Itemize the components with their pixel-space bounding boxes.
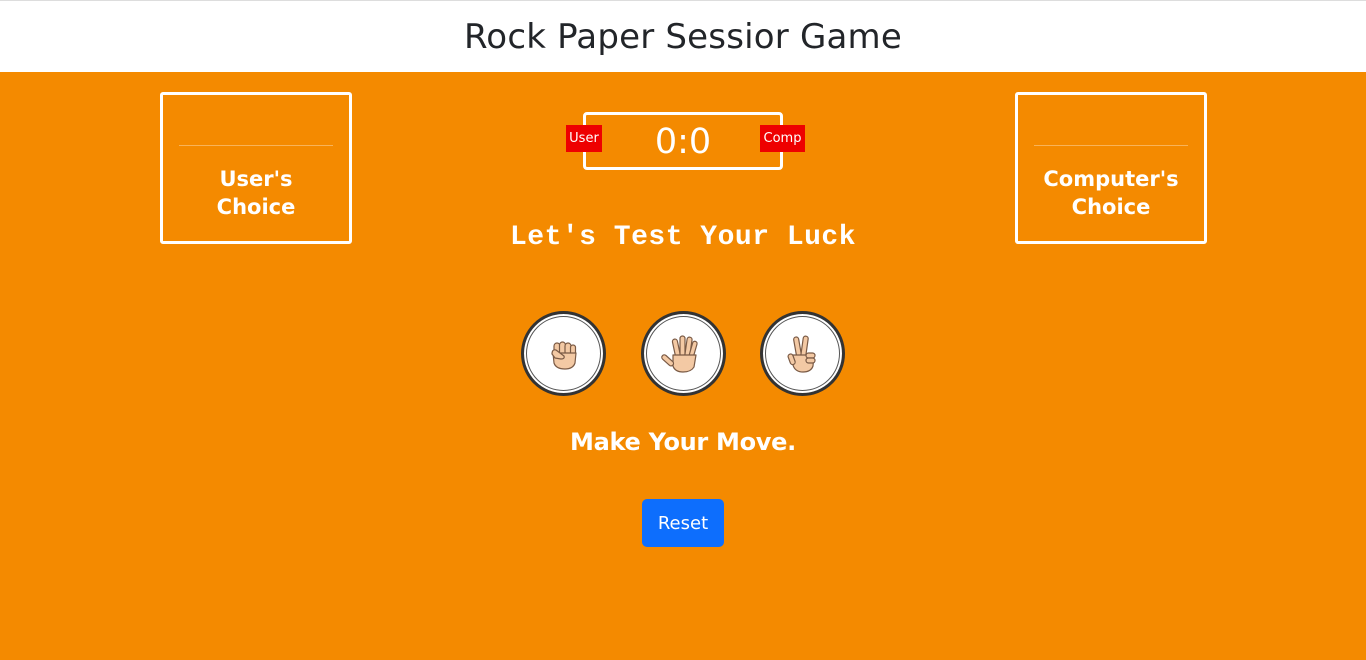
page-header: Rock Paper Sessior Game: [0, 0, 1366, 72]
page-title: Rock Paper Sessior Game: [464, 16, 902, 57]
status-message: Make Your Move.: [570, 428, 796, 456]
computer-score-badge: Comp: [760, 125, 805, 152]
user-score-badge: User: [566, 125, 602, 152]
score-display: 0:0: [654, 122, 712, 162]
luck-heading: Let's Test Your Luck: [509, 222, 857, 253]
rock-button[interactable]: [521, 311, 606, 396]
reset-button[interactable]: Reset: [642, 499, 724, 547]
user-choice-divider: [179, 145, 333, 146]
scissors-button[interactable]: [760, 311, 845, 396]
paper-button[interactable]: [641, 311, 726, 396]
game-area: User's Choice Computer's Choice 0:0 User…: [0, 72, 1366, 660]
fist-hand-icon: [550, 340, 577, 370]
computer-choice-label: Computer's Choice: [1043, 167, 1179, 219]
computer-choice-divider: [1034, 145, 1188, 146]
victory-hand-icon: [787, 335, 816, 373]
scoreboard: 0:0: [583, 112, 783, 170]
user-choice-label: User's Choice: [216, 167, 296, 219]
open-hand-icon: [660, 334, 698, 373]
